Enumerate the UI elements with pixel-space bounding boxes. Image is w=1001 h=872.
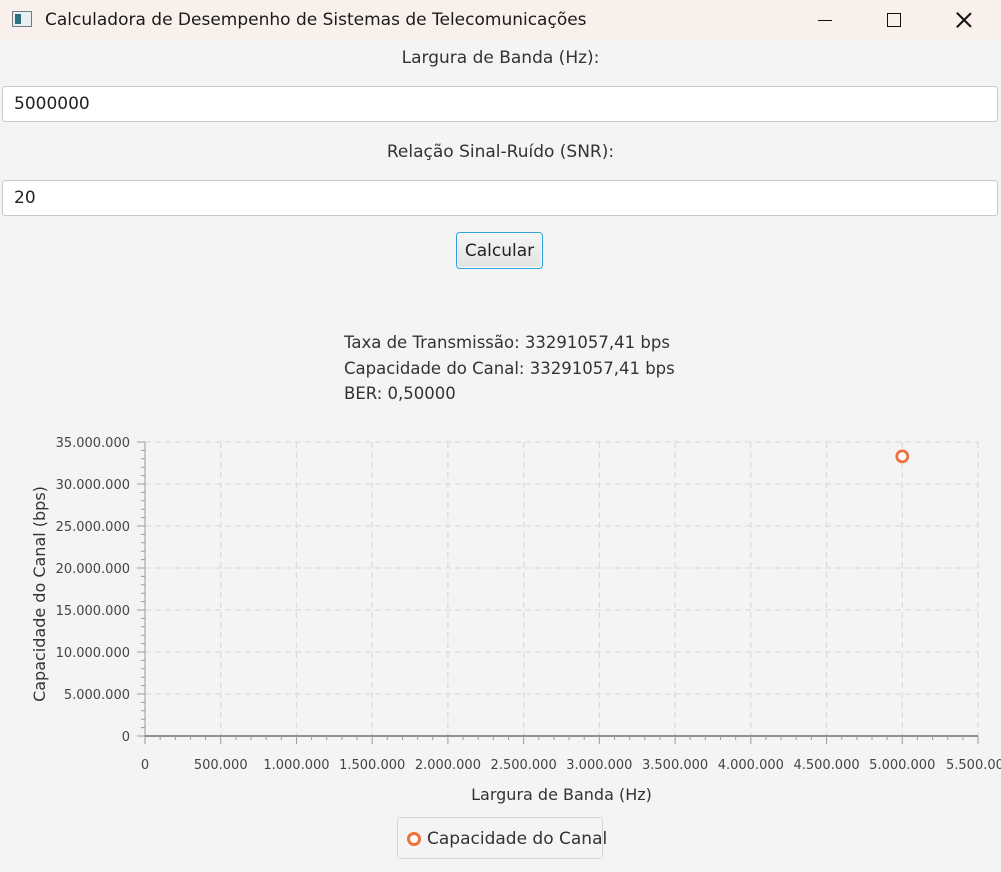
title-bar: Calculadora de Desempenho de Sistemas de… [0,0,1001,40]
x-tick-label: 2.000.000 [415,758,481,773]
y-tick-label: 30.000.000 [56,478,130,493]
maximize-button[interactable] [871,0,917,40]
minimize-icon [818,19,832,21]
x-tick-label: 2.500.000 [491,758,557,773]
window-title: Calculadora de Desempenho de Sistemas de… [45,10,587,30]
x-tick-label: 4.000.000 [718,758,784,773]
x-tick-label: 3.000.000 [566,758,632,773]
chart-legend: Capacidade do Canal [397,817,607,859]
y-axis-title: Capacidade do Canal (bps) [30,486,49,702]
x-tick-label: 5.000.000 [869,758,935,773]
capacity-chart: 0 5.000.000 10.000.000 15.000.000 20.000.000… [30,436,1001,804]
ber-text: BER: 0,50000 [344,384,456,403]
results-panel: Taxa de Transmissão: 33291057,41 bps Cap… [344,330,675,407]
legend-marker-icon [407,832,421,846]
x-tick-label: 1.000.000 [263,758,329,773]
snr-input[interactable] [2,180,998,216]
y-tick-label: 0 [122,730,130,745]
channel-capacity-text: Capacidade do Canal: 33291057,41 bps [344,358,675,378]
x-tick-label: 500.000 [194,758,248,773]
legend-label: Capacidade do Canal [427,829,608,849]
app-window-icon [12,11,32,27]
y-tick-label: 10.000.000 [56,646,130,661]
y-tick-label: 5.000.000 [64,688,130,703]
y-tick-label: 35.000.000 [56,436,130,451]
y-tick-label: 15.000.000 [56,604,130,619]
transmission-rate-text: Taxa de Transmissão: 33291057,41 bps [344,333,670,352]
x-axis-title: Largura de Banda (Hz) [471,785,652,804]
x-tick-label: 0 [141,758,149,773]
x-tick-label: 5.500.000 [946,758,1001,773]
snr-label: Relação Sinal-Ruído (SNR): [386,142,615,162]
data-point [895,449,910,464]
minimize-button[interactable] [802,0,848,40]
x-tick-label: 3.500.000 [642,758,708,773]
y-tick-label: 25.000.000 [56,520,130,535]
calculate-button[interactable]: Calcular [456,232,543,269]
bandwidth-input[interactable] [2,86,998,122]
close-icon [956,12,972,28]
y-tick-label: 20.000.000 [56,562,130,577]
x-tick-label: 4.500.000 [793,758,859,773]
bandwidth-label: Largura de Banda (Hz): [401,48,600,68]
maximize-icon [887,13,901,27]
close-button[interactable] [941,0,987,40]
x-tick-label: 1.500.000 [339,758,405,773]
